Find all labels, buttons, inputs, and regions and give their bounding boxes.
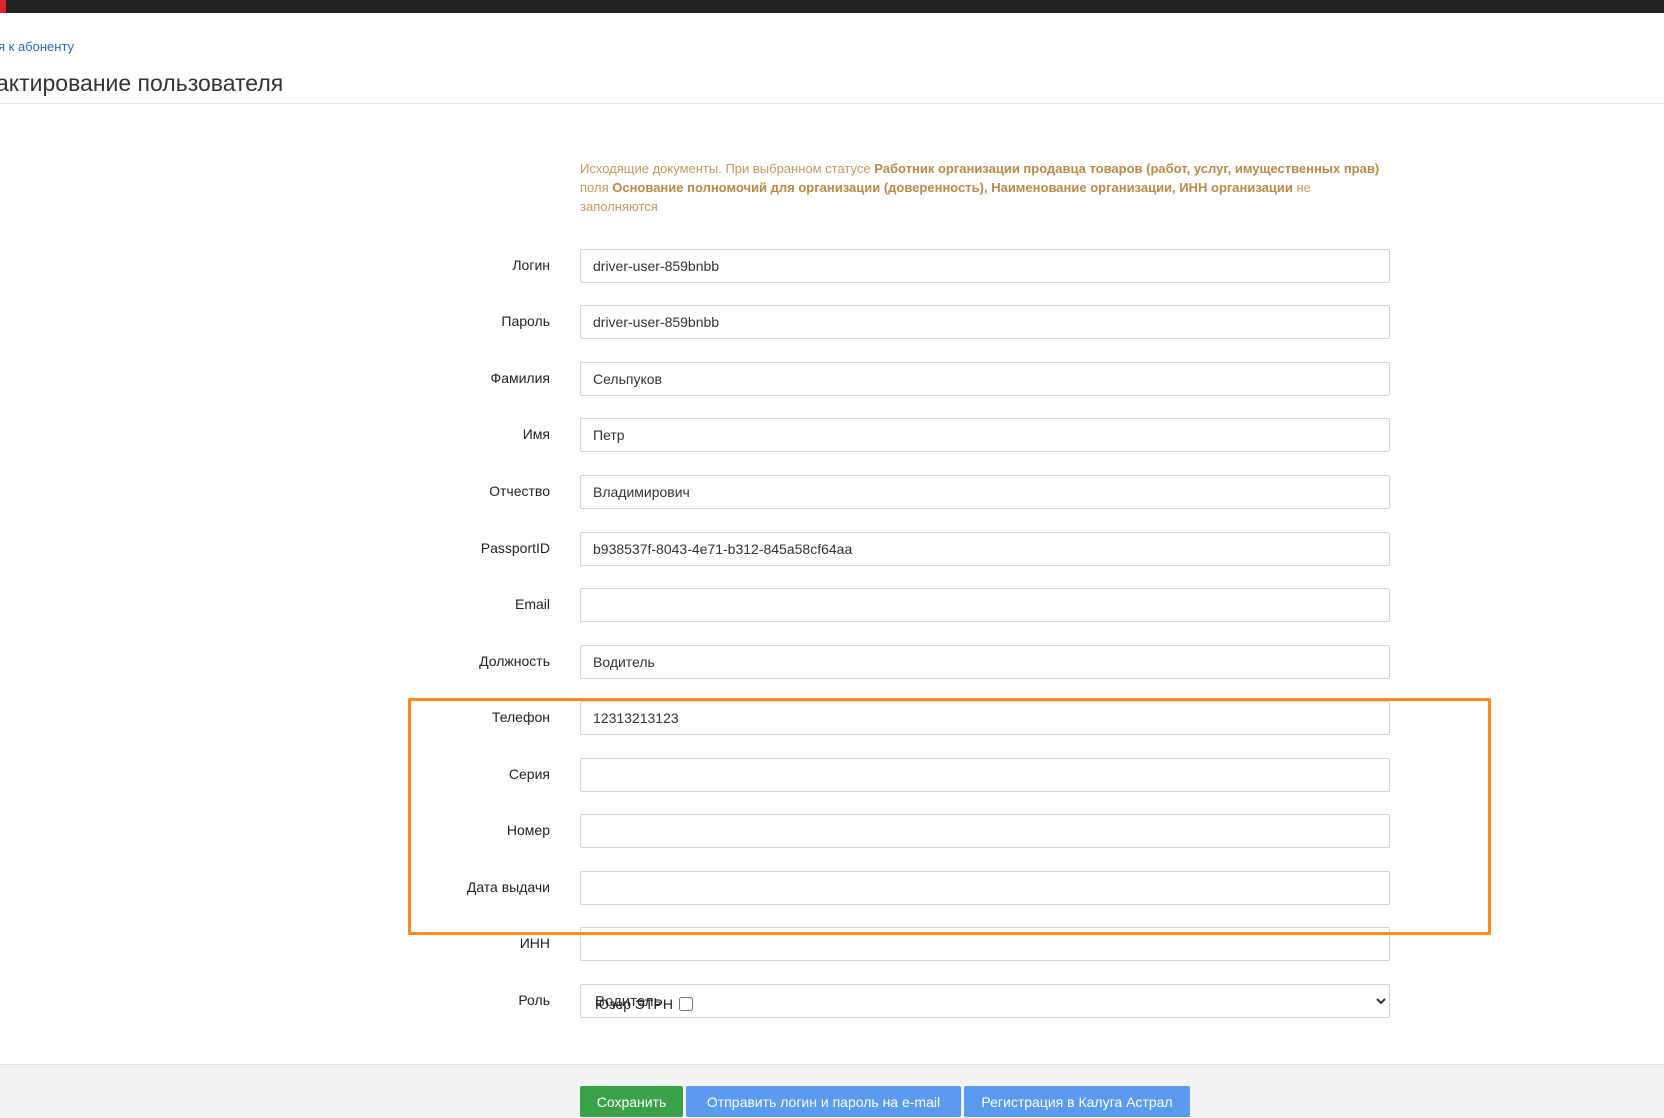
inn-row: ИНН [0,927,1664,961]
login-input[interactable] [580,249,1390,283]
info-text-1: Исходящие документы. При выбранном стату… [580,161,875,176]
patronymic-label: Отчество [489,483,550,499]
page-title: актирование пользователя [0,70,284,96]
role-label: Роль [518,992,550,1008]
save-button[interactable]: Сохранить [580,1086,683,1117]
password-row: Пароль [0,305,1664,339]
etrn-user-field[interactable]: Юзер ЭТРН [595,996,693,1012]
info-text-2: поля [580,180,613,195]
phone-input[interactable] [580,701,1390,735]
first-name-row: Имя [0,418,1664,452]
password-label: Пароль [501,313,550,329]
number-label: Номер [506,822,550,838]
email-label: Email [514,596,550,612]
phone-row: Телефон [0,701,1664,735]
role-select[interactable]: Водитель [580,984,1390,1018]
send-credentials-email-button[interactable]: Отправить логин и пароль на e-mail [686,1086,961,1117]
last-name-input[interactable] [580,362,1390,396]
position-row: Должность [0,645,1664,679]
back-to-subscriber-link[interactable]: я к абоненту [0,39,74,54]
register-kaluga-astral-button[interactable]: Регистрация в Калуга Астрал [964,1086,1190,1117]
issue-date-label: Дата выдачи [466,879,550,895]
top-navbar [0,0,1664,13]
info-bold-1: Работник организации продавца товаров (р… [874,161,1380,176]
last-name-row: Фамилия [0,362,1664,396]
number-input[interactable] [580,814,1390,848]
number-row: Номер [0,814,1664,848]
patronymic-input[interactable] [580,475,1390,509]
first-name-input[interactable] [580,418,1390,452]
phone-label: Телефон [491,709,550,725]
login-row: Логин [0,249,1664,283]
passport-id-input[interactable] [580,532,1390,566]
passport-id-row: PassportID [0,532,1664,566]
login-label: Логин [512,257,550,273]
first-name-label: Имя [522,426,550,442]
patronymic-row: Отчество [0,475,1664,509]
series-input[interactable] [580,758,1390,792]
info-bold-2: Основание полномочий для организации (до… [612,180,1293,195]
inn-input[interactable] [580,927,1390,961]
last-name-label: Фамилия [490,370,550,386]
email-input[interactable] [580,588,1390,622]
email-row: Email [0,588,1664,622]
issue-date-input[interactable] [580,871,1390,905]
issue-date-row: Дата выдачи [0,871,1664,905]
series-label: Серия [508,766,550,782]
etrn-user-checkbox[interactable] [678,997,693,1011]
info-notice: Исходящие документы. При выбранном стату… [580,159,1390,216]
position-label: Должность [479,653,550,669]
title-divider [0,103,1664,104]
position-input[interactable] [580,645,1390,679]
series-row: Серия [0,758,1664,792]
inn-label: ИНН [519,935,550,951]
etrn-user-label: Юзер ЭТРН [595,996,673,1012]
brand-accent [0,0,6,13]
role-row: Роль Водитель [0,984,1664,1018]
passport-id-label: PassportID [480,540,550,556]
password-input[interactable] [580,305,1390,339]
